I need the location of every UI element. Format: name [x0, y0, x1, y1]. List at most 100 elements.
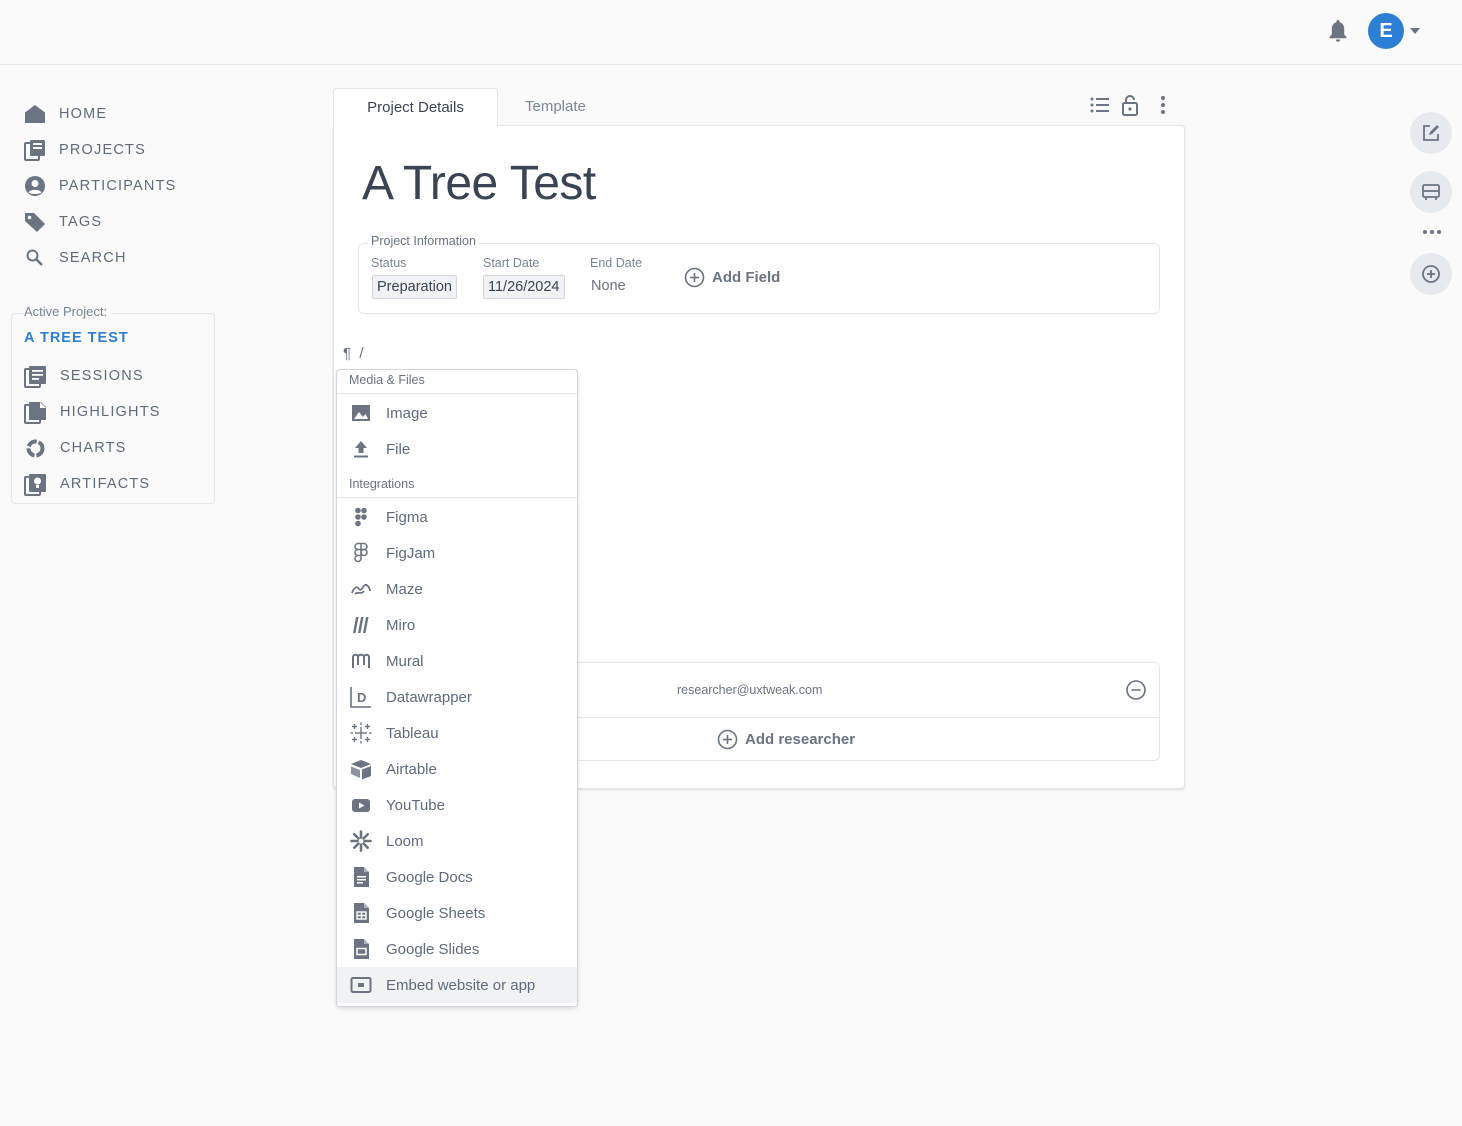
upload-icon: [354, 441, 368, 458]
edit-note-button[interactable]: [1410, 112, 1452, 154]
list-icon[interactable]: [1089, 94, 1111, 116]
nav-item-tags[interactable]: TAGS: [24, 206, 214, 238]
nav-item-label: PARTICIPANTS: [59, 178, 177, 194]
bell-icon[interactable]: [1326, 18, 1350, 44]
tags-icon: [25, 213, 45, 232]
menu-item-label: Loom: [386, 832, 424, 850]
more-vertical-icon[interactable]: [1152, 94, 1174, 116]
google-sheets-icon: [354, 903, 369, 923]
remove-circle-icon[interactable]: [1125, 679, 1147, 701]
menu-item-label: Maze: [386, 580, 423, 598]
figjam-icon: [354, 542, 368, 563]
miro-icon: [353, 617, 369, 633]
menu-item-label: Tableau: [386, 724, 439, 742]
status-badge[interactable]: Preparation: [372, 275, 457, 299]
menu-item-label: Mural: [386, 652, 424, 670]
menu-item-google-slides[interactable]: Google Slides: [337, 931, 577, 967]
menu-item-loom[interactable]: Loom: [337, 823, 577, 859]
add-researcher-label: Add researcher: [745, 731, 856, 748]
menu-item-tableau[interactable]: Tableau: [337, 715, 577, 751]
image-icon: [352, 405, 370, 421]
home-icon: [25, 105, 45, 123]
tableau-icon: [350, 722, 372, 744]
nav-item-artifacts[interactable]: ARTIFACTS: [24, 468, 204, 500]
menu-item-airtable[interactable]: Airtable: [337, 751, 577, 787]
nav-item-search[interactable]: SEARCH: [24, 242, 214, 274]
nav-item-label: CHARTS: [60, 440, 127, 456]
end-date-label: End Date: [590, 256, 643, 270]
nav-item-charts[interactable]: CHARTS: [24, 432, 204, 464]
tab-project-details[interactable]: Project Details: [333, 88, 498, 126]
nav-item-participants[interactable]: PARTICIPANTS: [24, 170, 214, 202]
tab-template[interactable]: Template: [525, 88, 586, 126]
menu-item-file[interactable]: File: [337, 431, 577, 467]
nav-item-highlights[interactable]: HIGHLIGHTS: [24, 396, 204, 428]
start-date-value[interactable]: 11/26/2024: [483, 275, 565, 299]
menu-item-mural[interactable]: Mural: [337, 643, 577, 679]
menu-item-label: Google Docs: [386, 868, 473, 886]
editor-line[interactable]: ¶ /: [343, 345, 364, 362]
layout-icon: [1422, 184, 1440, 200]
nav-item-label: ARTIFACTS: [60, 476, 151, 492]
status-label: Status: [371, 256, 407, 270]
chevron-down-icon[interactable]: [1410, 28, 1420, 34]
end-date-value[interactable]: None: [591, 278, 626, 294]
menu-item-google-docs[interactable]: Google Docs: [337, 859, 577, 895]
add-block-button[interactable]: [1410, 253, 1452, 295]
menu-item-youtube[interactable]: YouTube: [337, 787, 577, 823]
add-researcher-button[interactable]: Add researcher: [717, 729, 855, 750]
loom-icon: [350, 830, 372, 852]
menu-item-image[interactable]: Image: [337, 395, 577, 431]
top-bar: E: [0, 0, 1462, 65]
menu-item-embed[interactable]: Embed website or app: [337, 967, 577, 1003]
artifacts-icon: [24, 473, 46, 496]
nav-item-projects[interactable]: PROJECTS: [24, 134, 214, 166]
avatar[interactable]: E: [1368, 13, 1404, 49]
maze-icon: [351, 583, 371, 595]
menu-item-figjam[interactable]: FigJam: [337, 535, 577, 571]
menu-item-label: Miro: [386, 616, 416, 634]
add-circle-icon: [684, 267, 705, 288]
active-project-name[interactable]: A TREE TEST: [24, 330, 129, 346]
menu-section-integrations: Integrations: [337, 474, 577, 498]
slash-command: /: [359, 345, 364, 362]
menu-item-maze[interactable]: Maze: [337, 571, 577, 607]
nav-item-label: PROJECTS: [59, 142, 146, 158]
menu-item-miro[interactable]: Miro: [337, 607, 577, 643]
start-date-label: Start Date: [483, 256, 540, 270]
menu-section-media: Media & Files: [337, 370, 577, 394]
datawrapper-icon: D: [350, 687, 371, 708]
menu-item-figma[interactable]: Figma: [337, 499, 577, 535]
google-slides-icon: [354, 939, 369, 959]
nav-item-label: HIGHLIGHTS: [60, 404, 161, 420]
pilcrow-icon: ¶: [343, 345, 352, 362]
add-circle-icon: [717, 729, 738, 750]
menu-item-datawrapper[interactable]: D Datawrapper: [337, 679, 577, 715]
layout-button[interactable]: [1410, 171, 1452, 213]
page-title[interactable]: A Tree Test: [362, 156, 596, 211]
menu-item-label: Embed website or app: [386, 976, 536, 994]
menu-item-label: File: [386, 440, 411, 458]
nav-item-home[interactable]: HOME: [24, 98, 214, 130]
unlock-icon[interactable]: [1119, 94, 1141, 116]
youtube-icon: [352, 799, 370, 812]
highlights-icon: [24, 401, 46, 424]
menu-item-google-sheets[interactable]: Google Sheets: [337, 895, 577, 931]
insert-block-menu: Media & Files Image File Integrations Fi…: [336, 369, 578, 1007]
svg-text:D: D: [357, 690, 366, 705]
menu-item-label: YouTube: [386, 796, 445, 814]
embed-icon: [350, 977, 372, 993]
menu-item-label: Datawrapper: [386, 688, 472, 706]
nav-item-sessions[interactable]: SESSIONS: [24, 360, 204, 392]
add-field-button[interactable]: Add Field: [684, 267, 780, 288]
nav-item-label: SESSIONS: [60, 368, 144, 384]
add-circle-icon: [1422, 265, 1440, 283]
edit-note-icon: [1423, 125, 1439, 141]
project-information-label: Project Information: [368, 234, 479, 248]
more-horizontal-icon[interactable]: [1422, 226, 1442, 238]
menu-item-label: Google Sheets: [386, 904, 486, 922]
participants-icon: [25, 176, 45, 196]
charts-icon: [26, 439, 45, 457]
menu-item-label: Figma: [386, 508, 428, 526]
menu-item-label: Airtable: [386, 760, 437, 778]
